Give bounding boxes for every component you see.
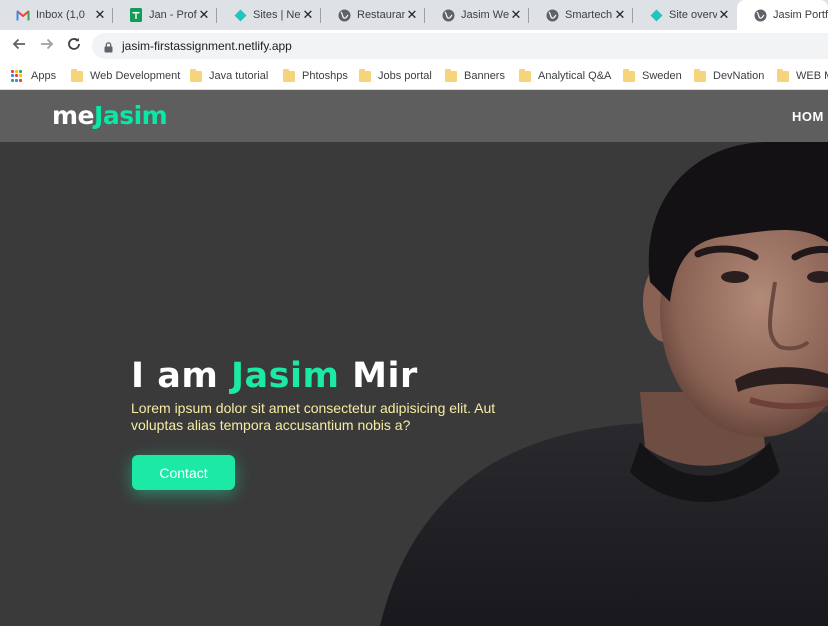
close-icon[interactable]: ✕	[613, 7, 627, 23]
tab-sheets[interactable]: Jan - Profi ✕	[113, 0, 217, 30]
folder-icon	[445, 68, 457, 82]
browser-tab-strip: Inbox (1,0 ✕ Jan - Profi ✕ Sites | Netl …	[0, 0, 828, 30]
globe-icon	[441, 8, 455, 22]
bookmark-label: Sweden	[642, 70, 682, 82]
site-navbar: meJasim HOM	[0, 90, 828, 142]
bookmark-analytical-qa[interactable]: Analytical Q&A	[519, 67, 611, 85]
apps-grid-icon	[11, 70, 23, 82]
hero-title-suffix: Mir	[339, 356, 418, 396]
forward-arrow-icon[interactable]	[37, 36, 57, 56]
tab-smartech[interactable]: Smartech ✕	[529, 0, 633, 30]
tab-label: Site overvi	[669, 9, 717, 21]
nav-home-link[interactable]: HOM	[792, 109, 824, 124]
bookmark-sweden[interactable]: Sweden	[623, 67, 682, 85]
close-icon[interactable]: ✕	[717, 7, 731, 23]
close-icon[interactable]: ✕	[197, 7, 211, 23]
close-icon[interactable]: ✕	[93, 7, 107, 23]
browser-toolbar: jasim-firstassignment.netlify.app	[0, 30, 828, 62]
globe-icon	[545, 8, 559, 22]
bookmark-web-development[interactable]: Web Development	[71, 67, 180, 85]
netlify-icon	[233, 8, 247, 22]
bookmark-label: WEB M	[796, 70, 828, 82]
gmail-icon	[16, 8, 30, 22]
hero-title-prefix: I am	[131, 356, 231, 396]
bookmark-phtoshps[interactable]: Phtoshps	[283, 67, 348, 85]
bookmark-label: Analytical Q&A	[538, 70, 612, 82]
tab-jasim-portfolio[interactable]: Jasim Portf	[737, 0, 828, 30]
tab-restaurant[interactable]: Restaurant ✕	[321, 0, 425, 30]
tab-label: Jasim Wea	[461, 9, 509, 21]
tab-inbox[interactable]: Inbox (1,0 ✕	[0, 0, 113, 30]
bookmark-label: Apps	[31, 70, 57, 82]
bookmark-java-tutorial[interactable]: Java tutorial	[190, 67, 268, 85]
sheets-icon	[129, 8, 143, 22]
tab-label: Inbox (1,0	[36, 9, 85, 21]
hero-section: I am Jasim Mir Lorem ipsum dolor sit ame…	[0, 142, 828, 626]
bookmarks-bar: Apps Web Development Java tutorial Phtos…	[0, 62, 828, 90]
globe-icon	[753, 8, 767, 22]
logo-name-text: Jasim	[94, 101, 168, 130]
address-bar[interactable]: jasim-firstassignment.netlify.app	[92, 33, 828, 59]
folder-icon	[519, 68, 531, 82]
close-icon[interactable]: ✕	[509, 7, 523, 23]
tab-site-overview[interactable]: Site overvi ✕	[633, 0, 737, 30]
contact-button[interactable]: Contact	[132, 455, 235, 490]
back-arrow-icon[interactable]	[9, 36, 29, 56]
globe-icon	[337, 8, 351, 22]
bookmark-label: Java tutorial	[209, 70, 269, 82]
bookmark-label: Web Development	[90, 70, 181, 82]
bookmark-label: Banners	[464, 70, 505, 82]
folder-icon	[71, 68, 83, 82]
tab-jasim-weather[interactable]: Jasim Wea ✕	[425, 0, 529, 30]
site-logo[interactable]: meJasim	[52, 101, 168, 130]
reload-icon[interactable]	[64, 36, 84, 56]
netlify-icon	[649, 8, 663, 22]
bookmark-label: Phtoshps	[302, 70, 348, 82]
bookmark-apps[interactable]: Apps	[11, 67, 56, 85]
tab-sites-netlify[interactable]: Sites | Netl ✕	[217, 0, 321, 30]
close-icon[interactable]: ✕	[405, 7, 419, 23]
folder-icon	[283, 68, 295, 82]
lock-icon	[104, 40, 113, 58]
url-text: jasim-firstassignment.netlify.app	[122, 39, 292, 53]
tab-label: Smartech	[565, 9, 613, 21]
bookmark-devnation[interactable]: DevNation	[694, 67, 764, 85]
bookmark-jobs-portal[interactable]: Jobs portal	[359, 67, 432, 85]
tab-label: Sites | Netl	[253, 9, 301, 21]
close-icon[interactable]: ✕	[301, 7, 315, 23]
folder-icon	[359, 68, 371, 82]
bookmark-banners[interactable]: Banners	[445, 67, 505, 85]
logo-me-text: me	[52, 101, 95, 130]
hero-title-highlight: Jasim	[230, 356, 340, 396]
folder-icon	[623, 68, 635, 82]
bookmark-label: Jobs portal	[378, 70, 432, 82]
hero-title: I am Jasim Mir	[131, 356, 418, 396]
folder-icon	[694, 68, 706, 82]
folder-icon	[190, 68, 202, 82]
bookmark-web-m[interactable]: WEB M	[777, 67, 828, 85]
bookmark-label: DevNation	[713, 70, 765, 82]
hero-subtitle: Lorem ipsum dolor sit amet consectetur a…	[131, 400, 496, 433]
tab-label: Restaurant	[357, 9, 405, 21]
tab-label: Jan - Profi	[149, 9, 197, 21]
folder-icon	[777, 68, 789, 82]
tab-label: Jasim Portf	[773, 9, 828, 21]
